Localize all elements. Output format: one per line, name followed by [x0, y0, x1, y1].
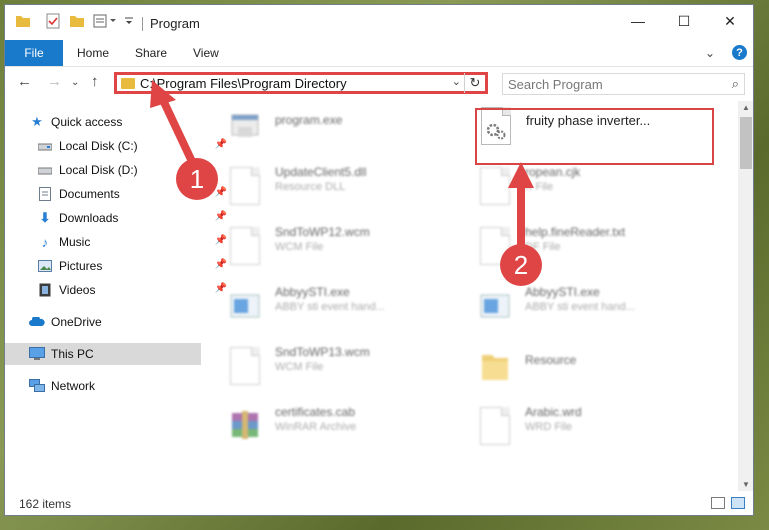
callout-1: 1 [176, 158, 218, 200]
arrow-1 [150, 80, 200, 174]
annotation-arrows [150, 80, 534, 254]
arrow-2 [508, 162, 534, 254]
callout-2: 2 [500, 244, 542, 286]
